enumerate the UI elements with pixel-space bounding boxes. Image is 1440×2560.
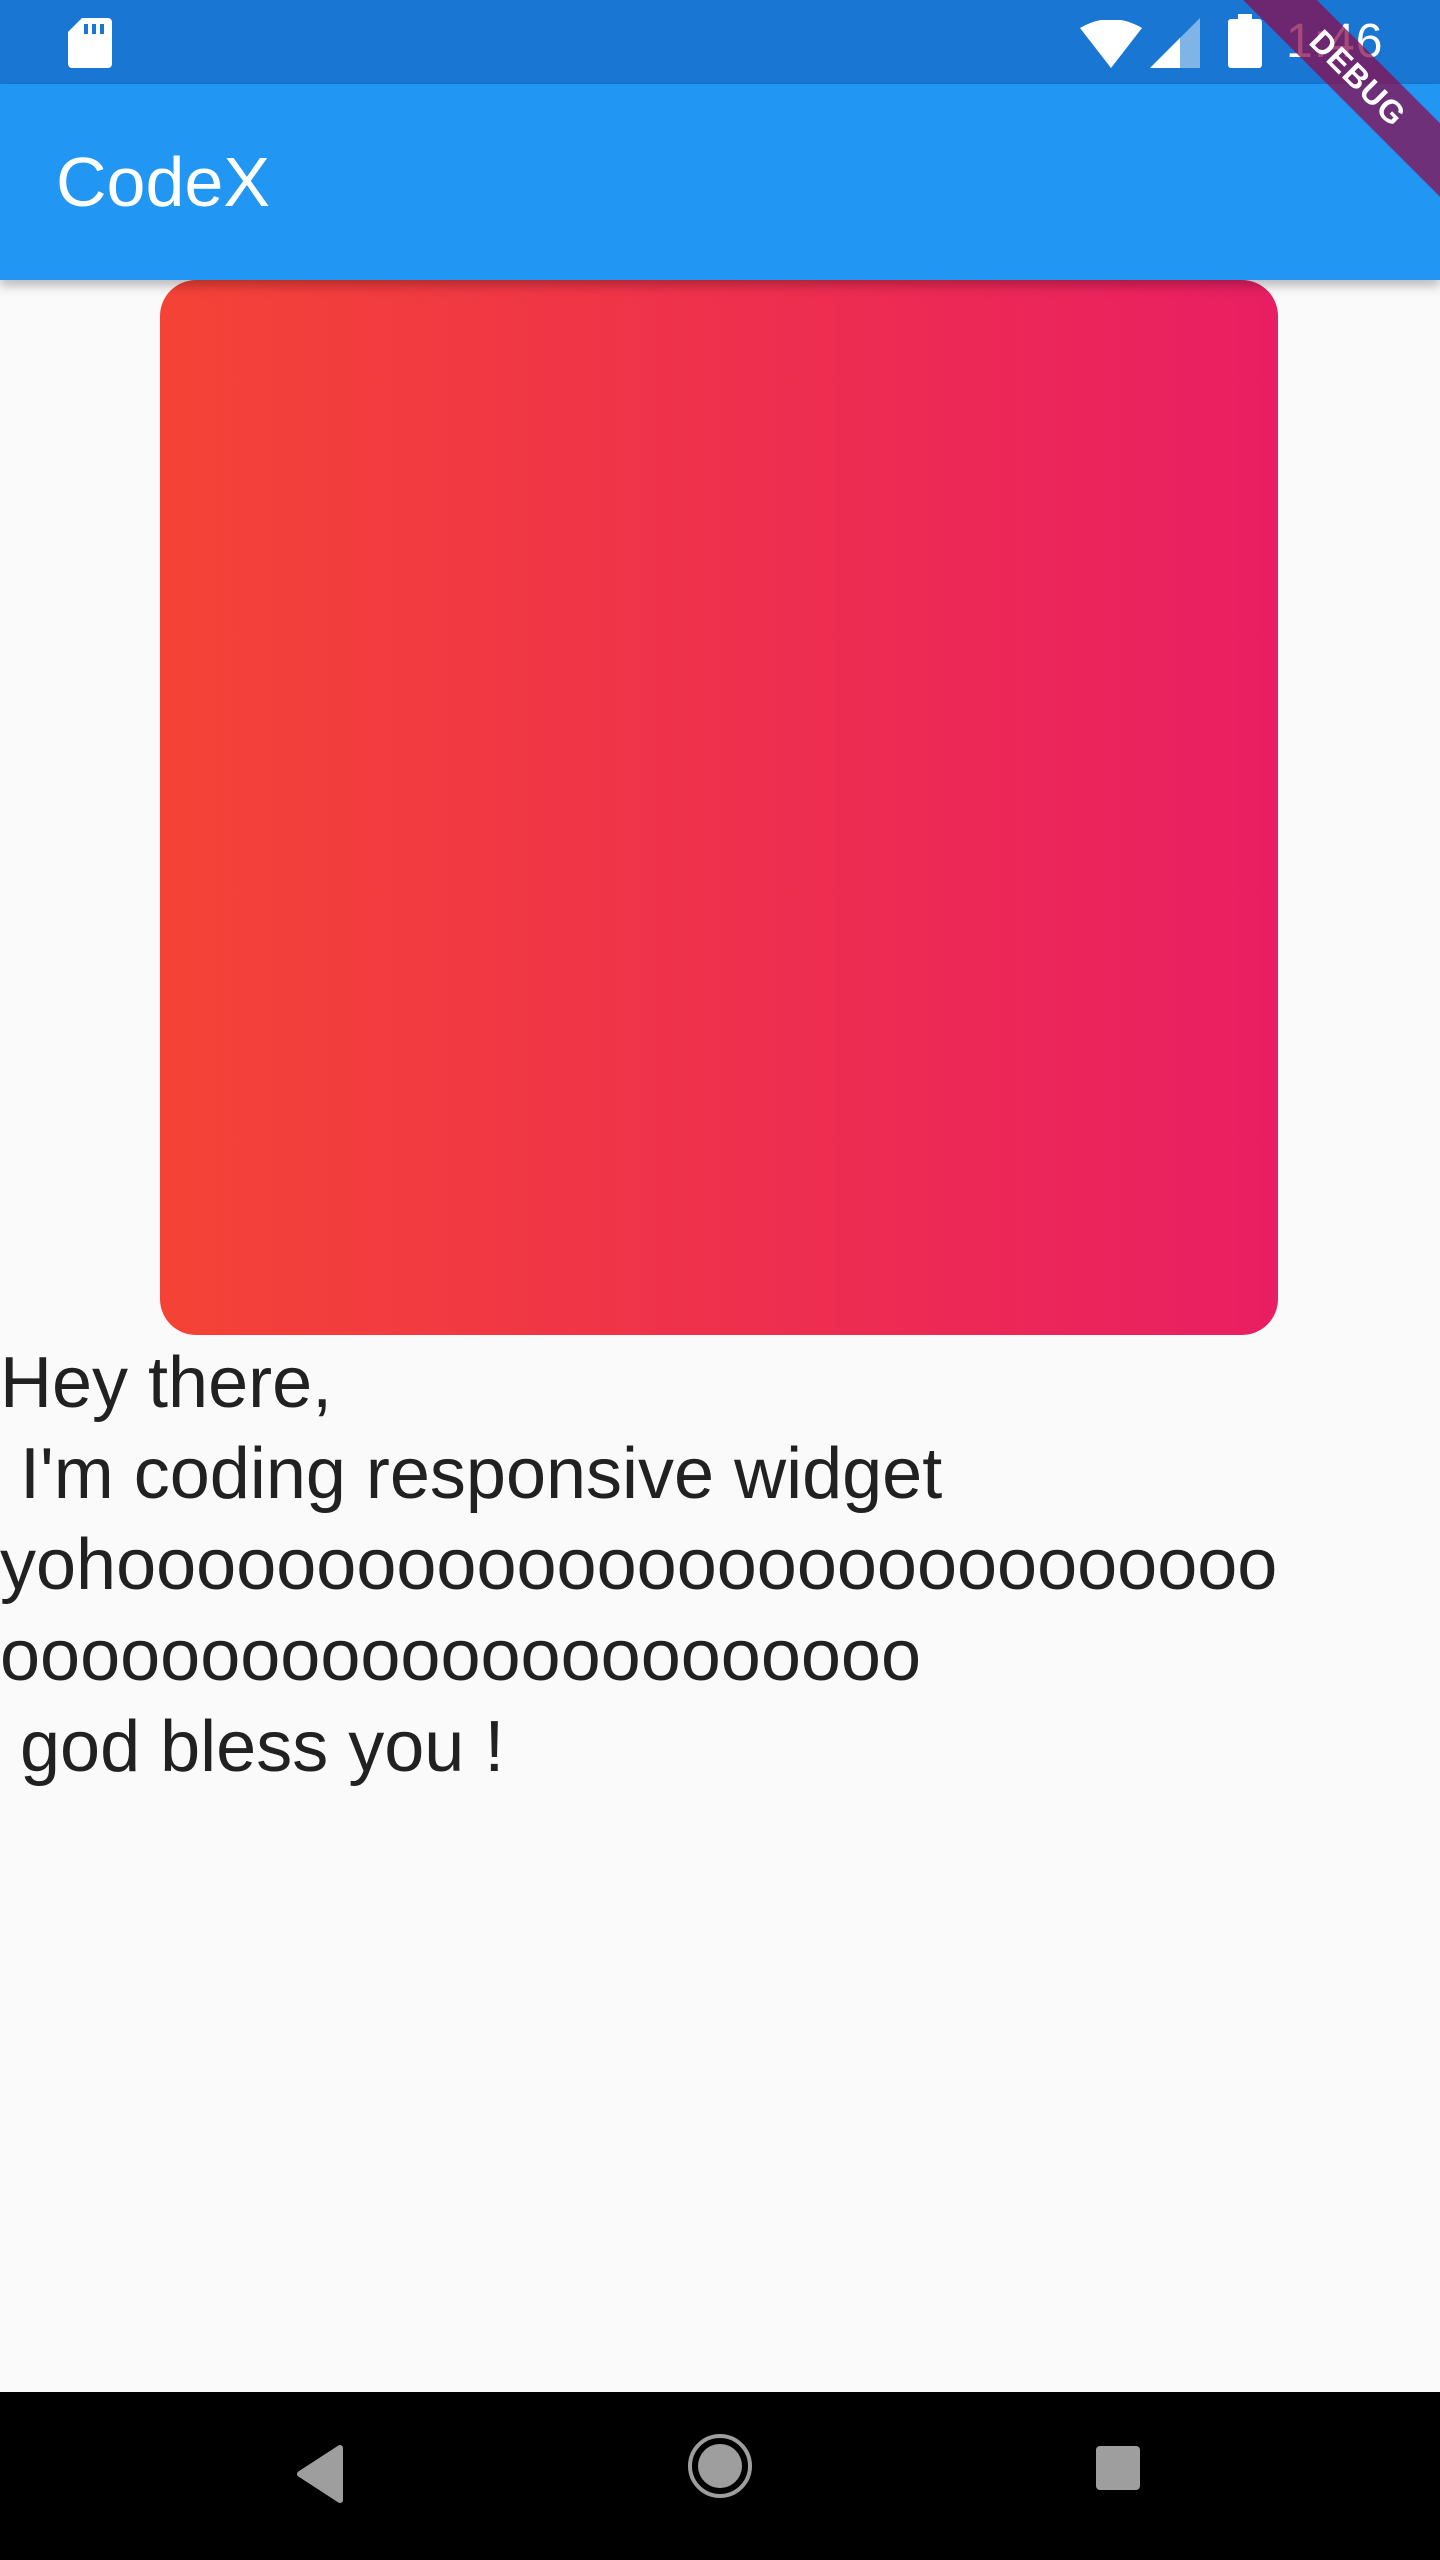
signal-icon xyxy=(1150,18,1200,68)
recent-apps-icon[interactable] xyxy=(1096,2446,1140,2490)
status-clock: 1:46 xyxy=(1286,15,1384,68)
navigation-bar xyxy=(0,2392,1440,2560)
status-bar: 1:46 xyxy=(0,0,1440,84)
app-title: CodeX xyxy=(56,143,271,221)
gradient-box xyxy=(160,280,1278,1335)
message-text: Hey there, I'm coding responsive widget … xyxy=(0,1343,1278,1787)
app-bar: CodeX xyxy=(0,84,1440,280)
back-icon[interactable] xyxy=(296,2444,344,2504)
sd-card-icon xyxy=(68,18,112,68)
home-icon[interactable] xyxy=(686,2432,754,2500)
battery-icon xyxy=(1228,14,1262,68)
wifi-icon xyxy=(1080,20,1142,68)
